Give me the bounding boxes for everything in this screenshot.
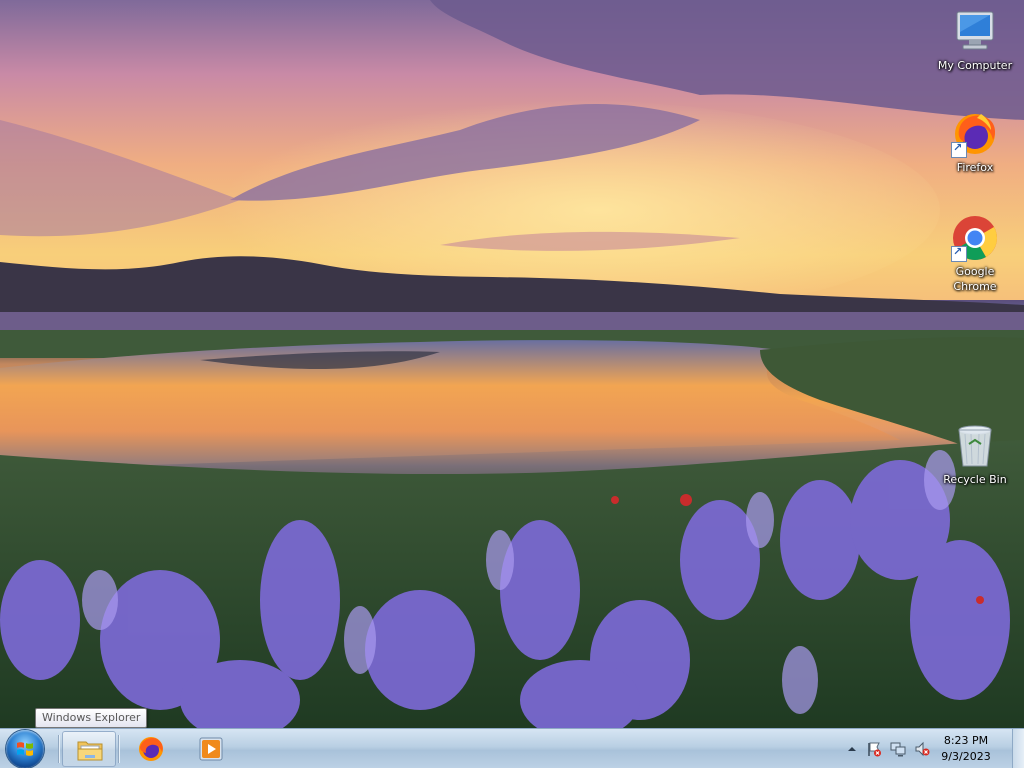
start-button[interactable] (6, 730, 44, 768)
desktop-icon-label: Recycle Bin (943, 473, 1007, 486)
desktop-icon-recycle-bin[interactable]: Recycle Bin (930, 422, 1020, 487)
taskbar: 8:23 PM 9/3/2023 (0, 728, 1024, 768)
desktop-icon-google-chrome[interactable]: Google Chrome (930, 214, 1020, 294)
desktop-wallpaper (0, 0, 1024, 728)
volume-muted-icon[interactable] (914, 741, 930, 757)
firefox-icon (951, 110, 999, 158)
desktop-icon-firefox[interactable]: Firefox (930, 110, 1020, 175)
show-desktop-button[interactable] (1012, 729, 1024, 768)
recycle-bin-icon (951, 422, 999, 470)
shortcut-arrow-icon (951, 245, 967, 262)
computer-icon (951, 8, 999, 56)
desktop-icon-label: Google Chrome (953, 265, 997, 293)
chrome-icon (951, 214, 999, 262)
taskbar-windows-explorer[interactable] (62, 731, 116, 767)
wallpaper-landscape (0, 0, 1024, 728)
taskbar-clock[interactable]: 8:23 PM 9/3/2023 (936, 733, 996, 765)
desktop-icon-my-computer[interactable]: My Computer (930, 8, 1020, 73)
taskbar-firefox[interactable] (124, 731, 178, 767)
action-center-flag-icon[interactable] (866, 741, 882, 757)
firefox-icon (139, 737, 163, 761)
show-hidden-icons-chevron[interactable] (844, 741, 860, 757)
taskbar-media-player[interactable] (184, 731, 238, 767)
network-icon[interactable] (890, 741, 906, 757)
desktop-icon-label: Firefox (956, 161, 994, 174)
taskbar-separator (58, 735, 59, 763)
clock-time: 8:23 PM (943, 734, 989, 747)
folder-icon (77, 741, 103, 761)
media-player-icon (199, 737, 223, 761)
taskbar-separator (118, 735, 119, 763)
clock-date: 9/3/2023 (941, 750, 991, 763)
desktop-icon-label: My Computer (937, 59, 1013, 72)
shortcut-arrow-icon (951, 141, 967, 158)
windows-start-icon (17, 742, 33, 756)
taskbar-tooltip: Windows Explorer (35, 708, 148, 728)
